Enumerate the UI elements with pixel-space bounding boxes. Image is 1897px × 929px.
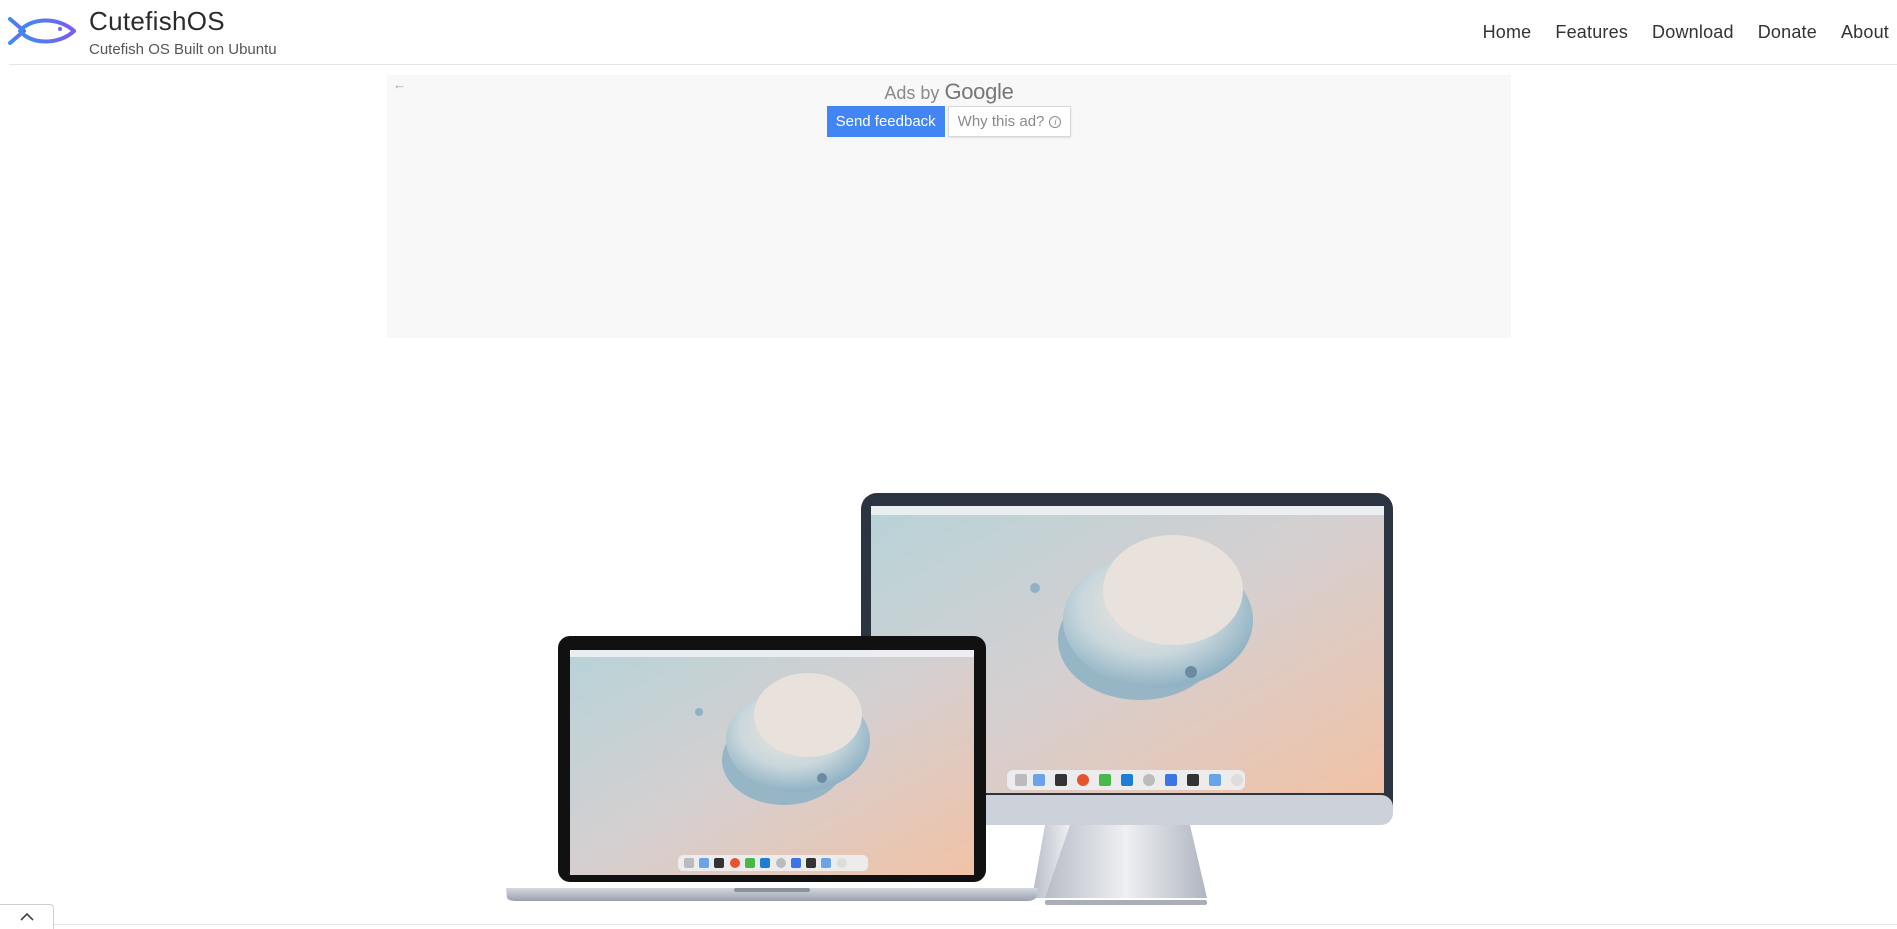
ads-by-label: Ads by — [884, 83, 940, 103]
why-this-ad-button[interactable]: Why this ad? i — [947, 106, 1072, 137]
ad-container: ← Ads by Google Send feedback Why this a… — [387, 75, 1511, 338]
chevron-up-icon — [19, 912, 34, 921]
brand-title[interactable]: CutefishOS — [89, 6, 225, 37]
nav-about[interactable]: About — [1841, 22, 1889, 43]
ads-by-google: Ads by Google — [387, 79, 1511, 105]
laptop — [506, 636, 1038, 901]
brand-subtitle: Cutefish OS Built on Ubuntu — [89, 41, 277, 58]
nav-home[interactable]: Home — [1483, 22, 1532, 43]
header-divider — [9, 64, 1897, 65]
site-header: CutefishOS Cutefish OS Built on Ubuntu H… — [0, 0, 1897, 66]
scroll-to-top-button[interactable] — [0, 904, 54, 929]
send-feedback-button[interactable]: Send feedback — [826, 106, 945, 137]
nav-download[interactable]: Download — [1652, 22, 1734, 43]
nav-features[interactable]: Features — [1555, 22, 1628, 43]
ad-feedback-buttons: Send feedback Why this ad? i — [387, 106, 1511, 137]
google-wordmark: Google — [944, 79, 1014, 104]
why-this-ad-label: Why this ad? — [957, 113, 1045, 130]
info-icon: i — [1049, 115, 1062, 128]
main-nav: Home Features Download Donate About — [1483, 22, 1889, 43]
nav-donate[interactable]: Donate — [1758, 22, 1817, 43]
hero-device-mockup — [506, 493, 1393, 905]
bottom-divider — [54, 924, 1897, 925]
fish-logo-icon[interactable] — [8, 14, 76, 48]
